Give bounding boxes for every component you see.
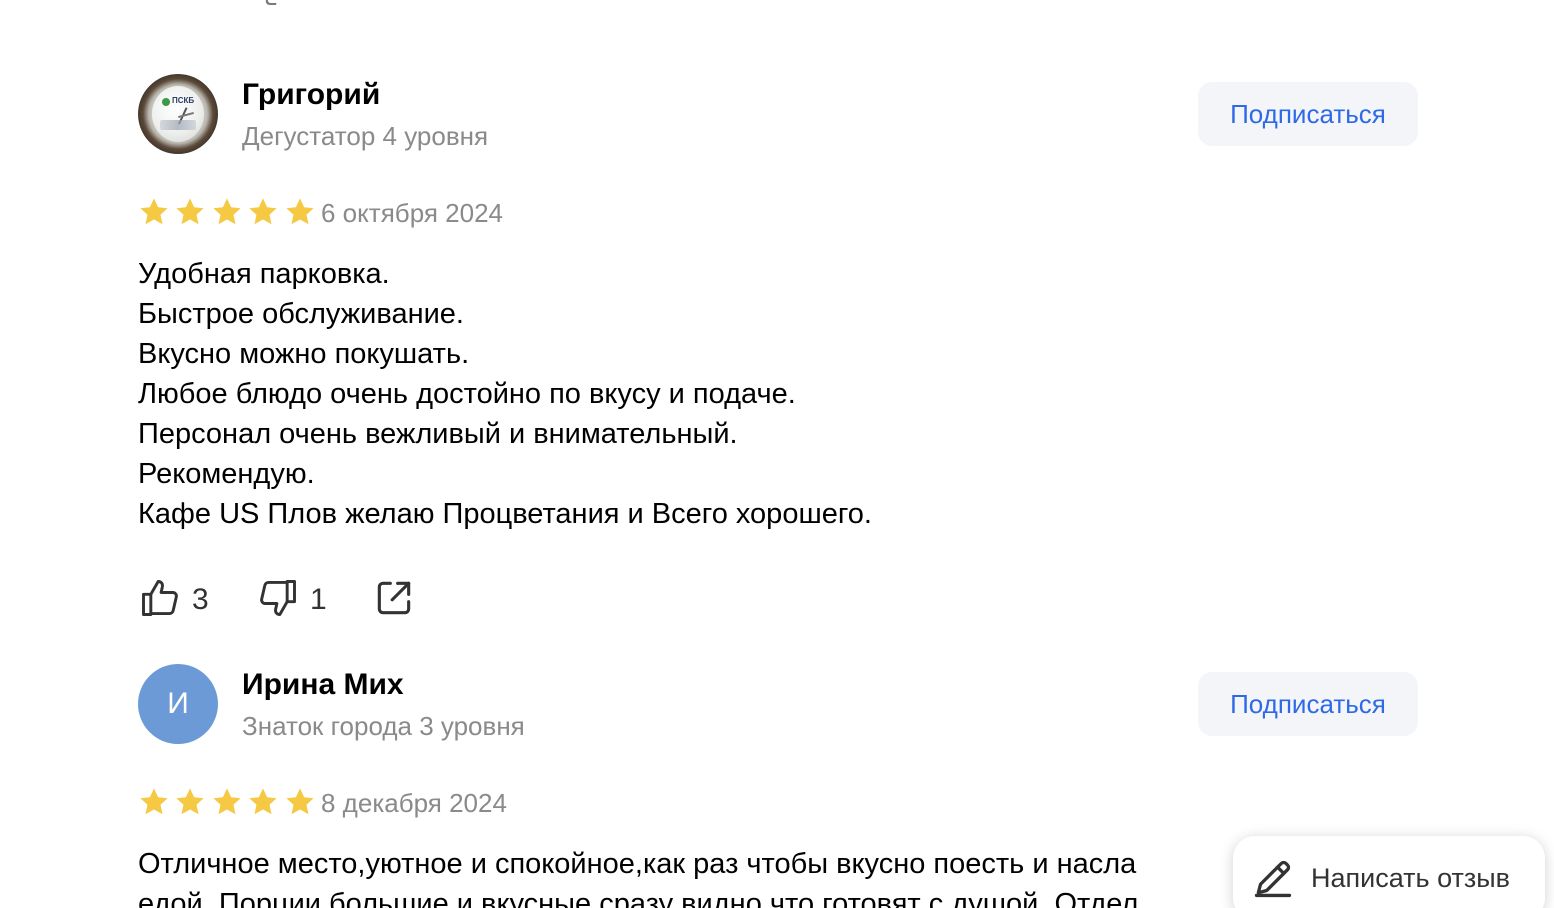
star-icon <box>174 786 206 818</box>
star-icon <box>247 786 279 818</box>
star-icon <box>247 196 279 228</box>
avatar[interactable]: ПСКБ <box>138 74 218 154</box>
review-text-line: едой. Порции большие и вкусные,сразу вид… <box>138 888 1139 908</box>
star-icon <box>174 196 206 228</box>
rating-row: 6 октября 2024 <box>138 186 1418 242</box>
subscribe-button[interactable]: Подписаться <box>1198 672 1418 736</box>
author-level: Знаток города 3 уровня <box>242 711 525 741</box>
avatar-photo-scene <box>160 120 196 130</box>
review-text: Удобная парковка. Быстрое обслуживание. … <box>138 254 1418 534</box>
like-count: 3 <box>192 583 209 616</box>
star-icon <box>211 196 243 228</box>
review-text-line: Вкусно можно покушать. <box>138 338 470 370</box>
write-review-label: Написать отзыв <box>1311 862 1510 893</box>
star-rating <box>138 786 316 820</box>
dislike-button[interactable]: 1 <box>256 576 327 624</box>
review-date: 6 октября 2024 <box>321 198 503 228</box>
star-icon <box>284 196 316 228</box>
avatar-photo-logo-text: ПСКБ <box>172 96 195 105</box>
review-text-line: Любое блюдо очень достойно по вкусу и по… <box>138 378 796 410</box>
thumbs-down-icon <box>256 576 300 625</box>
author-name[interactable]: Григорий <box>242 76 380 114</box>
avatar-photo-dial <box>152 86 204 142</box>
star-icon <box>284 786 316 818</box>
star-icon <box>138 786 170 818</box>
author-name[interactable]: Ирина Мих <box>242 666 404 704</box>
review-text-line: Персонал очень вежливый и внимательный. <box>138 418 738 450</box>
review-text-line: Отличное место,уютное и спокойное,как ра… <box>138 848 1137 880</box>
review-card: ПСКБ Григорий Дегустатор 4 уровня Подпис… <box>138 74 1418 630</box>
rating-row: 8 декабря 2024 <box>138 776 1418 832</box>
review-text: Отличное место,уютное и спокойное,как ра… <box>138 844 1418 908</box>
avatar[interactable]: И <box>138 664 218 744</box>
star-rating <box>138 196 316 230</box>
like-button[interactable]: 3 <box>138 576 209 624</box>
review-text-line: Удобная парковка. <box>138 258 390 290</box>
review-header: ПСКБ Григорий Дегустатор 4 уровня Подпис… <box>138 74 1418 154</box>
dislike-count: 1 <box>310 583 327 616</box>
review-header: И Ирина Мих Знаток города 3 уровня Подпи… <box>138 664 1418 744</box>
write-review-button[interactable]: Написать отзыв <box>1233 836 1545 908</box>
pencil-icon <box>1251 856 1295 900</box>
star-icon <box>211 786 243 818</box>
review-text-line: Кафе US Плов желаю Процветания и Всего х… <box>138 498 872 530</box>
review-date: 8 декабря 2024 <box>321 788 507 818</box>
previous-review-fragment <box>263 0 281 5</box>
review-text-line: Рекомендую. <box>138 458 315 490</box>
star-icon <box>138 196 170 228</box>
review-actions: 3 1 <box>138 570 1418 630</box>
reviews-page: ПСКБ Григорий Дегустатор 4 уровня Подпис… <box>0 0 1554 908</box>
share-button[interactable] <box>372 576 416 624</box>
avatar-photo-logo <box>162 98 170 106</box>
subscribe-button[interactable]: Подписаться <box>1198 82 1418 146</box>
author-level: Дегустатор 4 уровня <box>242 121 489 151</box>
thumbs-up-icon <box>138 576 182 625</box>
review-card: И Ирина Мих Знаток города 3 уровня Подпи… <box>138 664 1418 908</box>
share-icon <box>372 576 416 625</box>
review-text-line: Быстрое обслуживание. <box>138 298 464 330</box>
